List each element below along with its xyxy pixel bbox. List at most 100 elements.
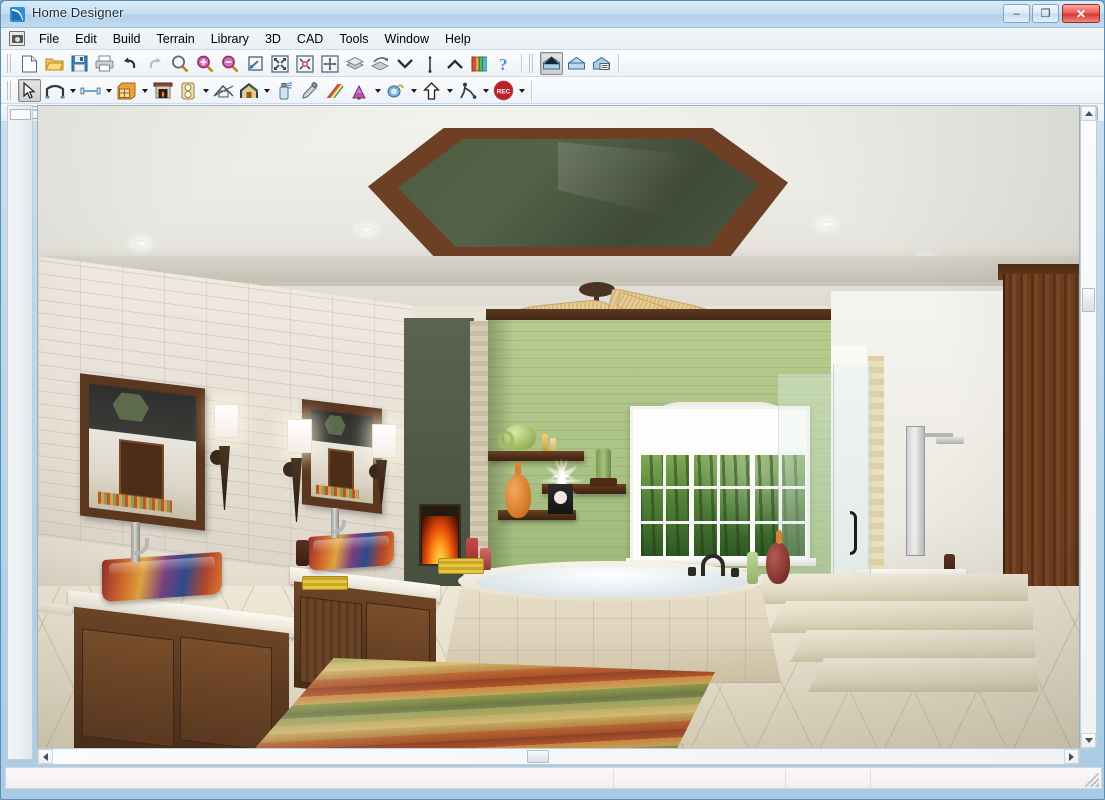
zoom-icon[interactable] [168,52,191,75]
move-up-arrow-icon[interactable] [420,79,443,102]
menu-item-tools[interactable]: Tools [331,30,376,48]
application-window: Home Designer – ❐ ✕ File Edit Build Terr… [0,0,1105,800]
horizontal-scroll-thumb[interactable] [527,750,549,763]
select-objects-icon[interactable] [18,79,41,102]
open-plan-icon[interactable] [43,52,66,75]
roof-dropdown-caret[interactable] [261,79,272,102]
side-dock-panel[interactable] [7,105,33,760]
railing-icon[interactable] [79,79,102,102]
window-close-button[interactable]: ✕ [1062,4,1100,23]
3d-camera-view[interactable] [37,105,1080,749]
decor-mantel-clock [548,484,573,514]
library-browser-icon[interactable] [468,52,491,75]
undo-zoom-icon[interactable] [243,52,266,75]
vanity-cabinet-door [82,628,174,748]
menu-item-help[interactable]: Help [437,30,479,48]
resize-grip[interactable] [1085,773,1099,787]
walkthrough-dropdown-caret[interactable] [480,79,491,102]
walkthrough-icon[interactable] [456,79,479,102]
save-plan-icon[interactable] [68,52,91,75]
electrical-icon[interactable] [176,79,199,102]
menu-item-edit[interactable]: Edit [67,30,105,48]
vanity-mirror [302,399,382,514]
recessed-light [818,221,835,228]
horizontal-scrollbar[interactable] [37,748,1080,765]
zoom-out-icon[interactable] [218,52,241,75]
fireplace-icon[interactable] [151,79,174,102]
menu-item-terrain[interactable]: Terrain [149,30,203,48]
side-dock-tab[interactable] [10,109,31,120]
menu-item-library[interactable]: Library [203,30,257,48]
camera-icon[interactable] [384,79,407,102]
fill-window-building-icon[interactable] [293,52,316,75]
decor-orange-vase [505,462,531,518]
eyedropper-icon[interactable] [298,79,321,102]
pan-window-icon[interactable] [318,52,341,75]
cabinets-icon[interactable] [115,79,138,102]
status-cell-coordinates [614,769,786,788]
spray-paint-icon[interactable] [273,79,296,102]
railing-dropdown-caret[interactable] [103,79,114,102]
title-bar: Home Designer – ❐ ✕ [1,1,1104,28]
shower-panel-fixture [906,426,925,556]
vertical-scroll-thumb[interactable] [1082,288,1095,312]
scroll-up-arrow-icon[interactable] [1081,106,1096,121]
menu-item-window[interactable]: Window [377,30,437,48]
terrain-dropdown-caret[interactable] [372,79,383,102]
zoom-in-icon[interactable] [193,52,216,75]
scroll-down-arrow-icon[interactable] [1081,733,1096,748]
terrain-icon[interactable] [348,79,371,102]
scroll-left-arrow-icon[interactable] [38,749,53,764]
scroll-right-arrow-icon[interactable] [1064,749,1079,764]
fill-window-icon[interactable] [268,52,291,75]
menu-item-3d[interactable]: 3D [257,30,289,48]
app-logo-icon [9,6,26,23]
close-icon: ✕ [1075,7,1087,21]
window-maximize-button[interactable]: ❐ [1032,4,1059,23]
window-title: Home Designer [32,5,124,20]
glass-vessel-sink [102,551,222,603]
floor-up-down-icon[interactable] [418,52,441,75]
vertical-scrollbar[interactable] [1080,105,1097,749]
print-icon[interactable] [93,52,116,75]
down-one-floor-icon[interactable] [393,52,416,75]
status-cell-mode [786,769,871,788]
menu-item-build[interactable]: Build [105,30,149,48]
fireplace-flames [422,516,458,564]
camera-dropdown-caret[interactable] [408,79,419,102]
window-minimize-button[interactable]: – [1003,4,1030,23]
help-icon[interactable]: ? [493,52,516,75]
reference-display-icon[interactable] [343,52,366,75]
camera-view-icon[interactable] [540,52,563,75]
move-up-dropdown-caret[interactable] [444,79,455,102]
new-plan-icon[interactable] [18,52,41,75]
edit-toolbar-grip[interactable] [6,81,14,100]
maximize-icon: ❐ [1040,8,1051,20]
roof-icon[interactable] [237,79,260,102]
tub-faucet [701,554,725,576]
edit-toolbar-buttons: REC [5,77,537,104]
document-control-icon[interactable] [9,31,25,46]
toolbar-separator [521,54,523,73]
menu-item-list: File Edit Build Terrain Library 3D CAD T… [31,28,479,50]
record-icon[interactable]: REC [492,79,515,102]
framing-icon[interactable] [212,79,235,102]
undo-icon[interactable] [118,52,141,75]
record-dropdown-caret[interactable] [516,79,527,102]
swap-floors-icon[interactable] [368,52,391,75]
elevation-view-icon[interactable] [565,52,588,75]
electrical-dropdown-caret[interactable] [200,79,211,102]
walls-dropdown-caret[interactable] [67,79,78,102]
toolbar-grip-2[interactable] [528,54,536,73]
menu-item-file[interactable]: File [31,30,67,48]
redo-icon[interactable] [143,52,166,75]
recessed-light [358,226,375,233]
walls-icon[interactable] [43,79,66,102]
cabinets-dropdown-caret[interactable] [139,79,150,102]
rainbow-stripe-icon[interactable] [323,79,346,102]
up-one-floor-icon[interactable] [443,52,466,75]
menu-item-cad[interactable]: CAD [289,30,331,48]
toolbar-grip[interactable] [6,54,14,73]
plan-view-icon[interactable] [590,52,613,75]
main-toolbar: ? [1,50,1104,77]
